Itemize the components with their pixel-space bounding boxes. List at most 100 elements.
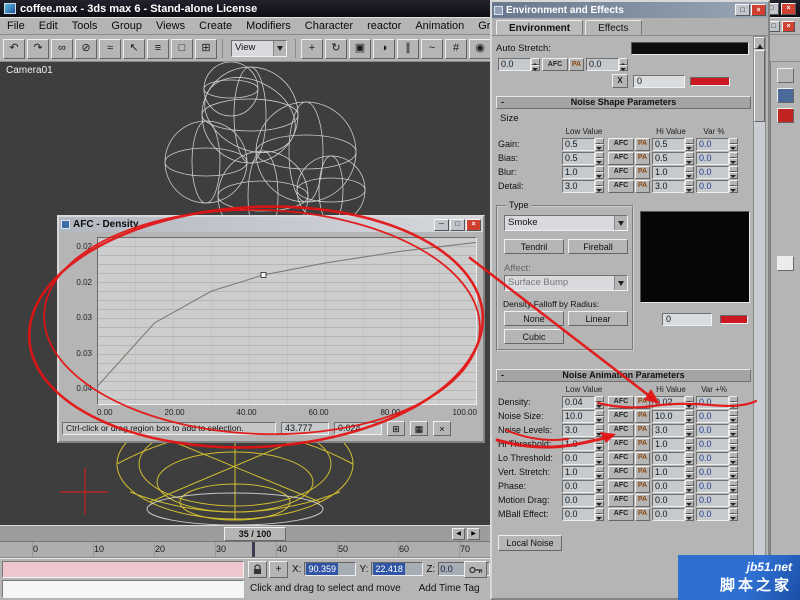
spinner-value[interactable]: 0.0	[696, 493, 729, 507]
spinner-arrows[interactable]	[595, 395, 604, 409]
spinner-arrows[interactable]	[685, 437, 694, 451]
spinner-arrows[interactable]	[729, 165, 738, 179]
low-value-spinner[interactable]: 0.5	[562, 137, 604, 151]
menu-item[interactable]: reactor	[360, 18, 408, 34]
mirror-icon[interactable]: ◑	[373, 38, 395, 59]
select-and-link-icon[interactable]: ∞	[51, 38, 73, 59]
spinner-arrows[interactable]	[729, 151, 738, 165]
low-value-spinner[interactable]: 0.0	[562, 493, 604, 507]
pa-controller-button[interactable]: PA	[635, 409, 650, 423]
variation-spinner[interactable]: 0.0	[696, 437, 738, 451]
tab-environment[interactable]: Environment	[496, 20, 584, 35]
variation-spinner[interactable]: 0.0	[696, 423, 738, 437]
spinner-value[interactable]: 0.0	[696, 395, 729, 409]
spinner-value[interactable]: 0.0	[562, 451, 595, 465]
menu-item[interactable]: Group	[104, 18, 149, 34]
afc-controller-button[interactable]: AFC	[608, 165, 634, 179]
low-value-spinner[interactable]: 1.0	[562, 437, 604, 451]
panel-icon[interactable]	[777, 256, 794, 271]
scroll-up-icon[interactable]	[754, 37, 765, 49]
spinner-value[interactable]: 0.0	[696, 423, 729, 437]
set-key-button[interactable]	[464, 561, 487, 578]
spinner-arrows[interactable]	[595, 479, 604, 493]
spinner-arrows[interactable]	[729, 179, 738, 193]
hi-value-spinner[interactable]: 0.02	[652, 395, 694, 409]
spinner-value[interactable]: 3.0	[652, 179, 685, 193]
pa-controller-button[interactable]: PA	[635, 165, 650, 179]
spinner-value[interactable]: 0.0	[696, 137, 729, 151]
spinner-value[interactable]: 0.0	[652, 493, 685, 507]
spinner-arrows[interactable]	[595, 137, 604, 151]
spinner-arrows[interactable]	[729, 465, 738, 479]
zoom-extents-icon[interactable]: ▦	[410, 421, 428, 436]
hi-value-spinner[interactable]: 0.0	[652, 493, 694, 507]
panel-icon[interactable]	[777, 108, 794, 123]
afc-controller-button[interactable]: AFC	[608, 137, 634, 151]
spinner-value[interactable]: 0.0	[652, 479, 685, 493]
afc-controller-button[interactable]: AFC	[608, 151, 634, 165]
spinner-value[interactable]: 1.0	[652, 465, 685, 479]
curve-editor-icon[interactable]: ~	[421, 38, 443, 59]
current-frame-marker[interactable]	[252, 542, 255, 557]
spinner-arrows[interactable]	[685, 137, 694, 151]
x-coordinate-field[interactable]: 90.359	[304, 562, 357, 576]
maximize-button[interactable]: □	[735, 4, 750, 16]
spinner-arrows[interactable]	[595, 493, 604, 507]
spinner-arrows[interactable]	[729, 437, 738, 451]
spinner-arrows[interactable]	[685, 451, 694, 465]
unlink-selection-icon[interactable]: ⊘	[75, 38, 97, 59]
scrollbar[interactable]	[753, 36, 766, 596]
pa-controller-button[interactable]: PA	[635, 465, 650, 479]
spinner-value[interactable]: 0.04	[562, 395, 595, 409]
low-value-spinner[interactable]: 0.5	[562, 151, 604, 165]
chevron-down-icon[interactable]	[614, 276, 627, 290]
spinner-arrows[interactable]	[595, 165, 604, 179]
scroll-thumb[interactable]	[754, 50, 765, 122]
close-button[interactable]: ×	[466, 218, 481, 231]
delete-curve-icon[interactable]: ×	[433, 421, 451, 436]
panel-icon[interactable]	[777, 68, 794, 83]
menu-item[interactable]: Character	[298, 18, 360, 34]
hi-value-spinner[interactable]: 3.0	[652, 179, 694, 193]
maxscript-mini-listener[interactable]	[2, 561, 244, 578]
spinner-arrows[interactable]	[595, 451, 604, 465]
low-value-spinner[interactable]: 10.0	[562, 409, 604, 423]
spinner-arrows[interactable]	[685, 479, 694, 493]
spinner-arrows[interactable]	[685, 423, 694, 437]
spinner-value[interactable]: 0.5	[652, 151, 685, 165]
spinner-arrows[interactable]	[729, 395, 738, 409]
move-keys-icon[interactable]: ⊞	[387, 421, 405, 436]
rollout-noise-animation-parameters[interactable]: - Noise Animation Parameters	[496, 369, 751, 382]
spinner-value[interactable]: 0.0	[696, 507, 729, 521]
tab-effects[interactable]: Effects	[585, 20, 642, 35]
undo-icon[interactable]: ↶	[3, 38, 25, 59]
select-and-rotate-icon[interactable]: ↻	[325, 38, 347, 59]
menu-item[interactable]: Edit	[32, 18, 65, 34]
rectangular-selection-region-icon[interactable]: □	[171, 38, 193, 59]
spinner-value[interactable]: 0.5	[562, 137, 595, 151]
previous-frame-icon[interactable]: ◀	[452, 528, 465, 540]
variation-spinner[interactable]: 0.0	[696, 179, 738, 193]
tendril-button[interactable]: Tendril	[504, 239, 564, 254]
pa-controller-button[interactable]: PA	[635, 151, 650, 165]
spinner-value[interactable]: 3.0	[652, 423, 685, 437]
close-button[interactable]: ×	[781, 2, 796, 15]
bind-to-space-warp-icon[interactable]: ≈	[99, 38, 121, 59]
menu-item[interactable]: Views	[149, 18, 192, 34]
hi-value-spinner[interactable]: 3.0	[652, 423, 694, 437]
pa-controller-button[interactable]: PA	[635, 179, 650, 193]
spinner-arrows[interactable]	[685, 493, 694, 507]
spinner-value[interactable]: 0.5	[562, 151, 595, 165]
spinner-arrows[interactable]	[729, 479, 738, 493]
hi-value-spinner[interactable]: 1.0	[652, 165, 694, 179]
menu-item[interactable]: Create	[192, 18, 239, 34]
spinner-arrows[interactable]	[595, 151, 604, 165]
hi-value-spinner[interactable]: 1.0	[652, 437, 694, 451]
pa-controller-button[interactable]: PA	[635, 451, 650, 465]
spinner-value[interactable]: 1.0	[562, 465, 595, 479]
falloff-cubic-button[interactable]: Cubic	[504, 329, 564, 344]
afc-controller-button[interactable]: AFC	[608, 437, 634, 451]
spinner-value[interactable]: 0.0	[696, 437, 729, 451]
key-time-field[interactable]: 43.777	[281, 422, 329, 435]
spinner-value[interactable]: 0.0	[586, 58, 619, 71]
